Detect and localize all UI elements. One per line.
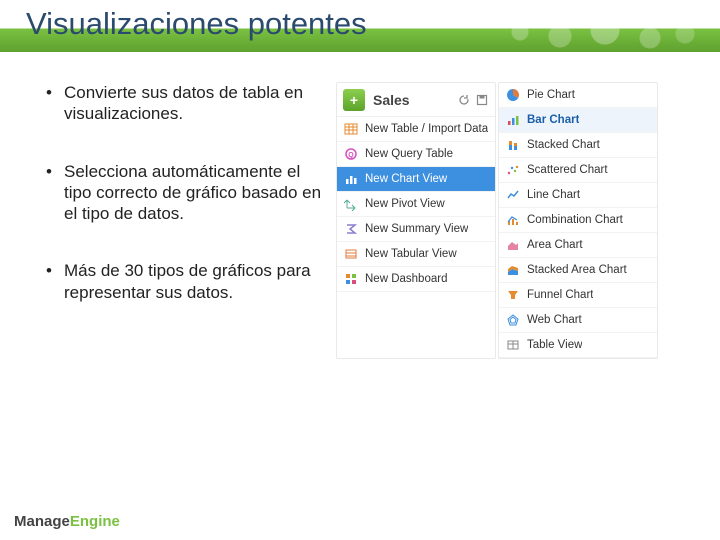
query-icon: Q <box>343 146 359 162</box>
menu-label: New Dashboard <box>365 273 447 285</box>
chart-type-label: Table View <box>527 339 582 351</box>
chart-types-panel: Pie Chart Bar Chart Stacked Chart Scattered… <box>498 82 658 359</box>
bullet-text: Convierte sus datos de tabla en visualiz… <box>64 82 328 125</box>
area-chart-icon <box>505 237 521 253</box>
scatter-chart-icon <box>505 162 521 178</box>
funnel-chart-icon <box>505 287 521 303</box>
menu-item-new-tabular-view[interactable]: New Tabular View <box>337 242 495 267</box>
bullet-text: Más de 30 tipos de gráficos para represe… <box>64 260 328 303</box>
menu-label: New Query Table <box>365 148 453 160</box>
chart-type-label: Scattered Chart <box>527 164 608 176</box>
chart-type-label: Line Chart <box>527 189 580 201</box>
bullet-dot: • <box>46 260 64 303</box>
menu-label: New Pivot View <box>365 198 445 210</box>
menu-item-new-dashboard[interactable]: New Dashboard <box>337 267 495 292</box>
bullet-dot: • <box>46 161 64 225</box>
chart-type-label: Area Chart <box>527 239 583 251</box>
header-decoration <box>440 0 720 52</box>
pivot-icon <box>343 196 359 212</box>
add-button[interactable]: + <box>343 89 365 111</box>
table-view-icon <box>505 337 521 353</box>
content: •Convierte sus datos de tabla en visuali… <box>0 52 720 359</box>
create-panel: + Sales New Table / Import Data Q New Quer… <box>336 82 496 359</box>
menu-item-new-chart-view[interactable]: New Chart View <box>337 167 495 192</box>
menu-item-new-pivot-view[interactable]: New Pivot View <box>337 192 495 217</box>
chart-type-label: Bar Chart <box>527 114 579 126</box>
refresh-icon[interactable] <box>457 93 471 107</box>
header-band: Visualizaciones potentes <box>0 0 720 52</box>
table-icon <box>343 121 359 137</box>
menu-label: New Tabular View <box>365 248 457 260</box>
combination-chart-icon <box>505 212 521 228</box>
stacked-area-chart-icon <box>505 262 521 278</box>
create-header: + Sales <box>337 83 495 117</box>
tabular-icon <box>343 246 359 262</box>
chart-type-bar-chart[interactable]: Bar Chart <box>499 108 657 133</box>
brand-manage: Manage <box>14 513 70 530</box>
bar-chart-icon <box>505 112 521 128</box>
bullet-item: •Selecciona automáticamente el tipo corr… <box>46 161 328 225</box>
bullet-text: Selecciona automáticamente el tipo corre… <box>64 161 328 225</box>
brand-logo: ManageEngine <box>14 513 120 530</box>
panel-title: Sales <box>373 92 453 108</box>
chart-type-label: Combination Chart <box>527 214 623 226</box>
brand-engine: Engine <box>70 513 120 530</box>
chart-type-table-view[interactable]: Table View <box>499 333 657 358</box>
web-chart-icon <box>505 312 521 328</box>
chart-type-label: Pie Chart <box>527 89 575 101</box>
chart-type-pie-chart[interactable]: Pie Chart <box>499 83 657 108</box>
bullet-item: •Convierte sus datos de tabla en visuali… <box>46 82 328 125</box>
save-icon[interactable] <box>475 93 489 107</box>
menu-label: New Summary View <box>365 223 468 235</box>
menu-item-new-summary-view[interactable]: New Summary View <box>337 217 495 242</box>
chart-type-funnel-chart[interactable]: Funnel Chart <box>499 283 657 308</box>
chart-type-stacked-area-chart[interactable]: Stacked Area Chart <box>499 258 657 283</box>
menu-item-new-query-table[interactable]: Q New Query Table <box>337 142 495 167</box>
dashboard-icon <box>343 271 359 287</box>
summary-icon <box>343 221 359 237</box>
chart-type-area-chart[interactable]: Area Chart <box>499 233 657 258</box>
chart-type-scattered-chart[interactable]: Scattered Chart <box>499 158 657 183</box>
chart-type-label: Web Chart <box>527 314 582 326</box>
chart-type-label: Stacked Chart <box>527 139 600 151</box>
chart-type-combination-chart[interactable]: Combination Chart <box>499 208 657 233</box>
chart-type-label: Funnel Chart <box>527 289 593 301</box>
menu-item-new-table-import-data[interactable]: New Table / Import Data <box>337 117 495 142</box>
chart-type-stacked-chart[interactable]: Stacked Chart <box>499 133 657 158</box>
chart-type-label: Stacked Area Chart <box>527 264 627 276</box>
pie-chart-icon <box>505 87 521 103</box>
menu-label: New Table / Import Data <box>365 123 488 135</box>
ui-panels: + Sales New Table / Import Data Q New Quer… <box>336 82 704 359</box>
bullet-item: •Más de 30 tipos de gráficos para repres… <box>46 260 328 303</box>
page-title: Visualizaciones potentes <box>26 6 367 42</box>
stacked-chart-icon <box>505 137 521 153</box>
svg-text:Q: Q <box>348 152 354 159</box>
chart-type-web-chart[interactable]: Web Chart <box>499 308 657 333</box>
bullet-dot: • <box>46 82 64 125</box>
line-chart-icon <box>505 187 521 203</box>
bullet-list: •Convierte sus datos de tabla en visuali… <box>16 82 336 359</box>
menu-label: New Chart View <box>365 173 447 185</box>
chart-type-line-chart[interactable]: Line Chart <box>499 183 657 208</box>
chart-icon <box>343 171 359 187</box>
